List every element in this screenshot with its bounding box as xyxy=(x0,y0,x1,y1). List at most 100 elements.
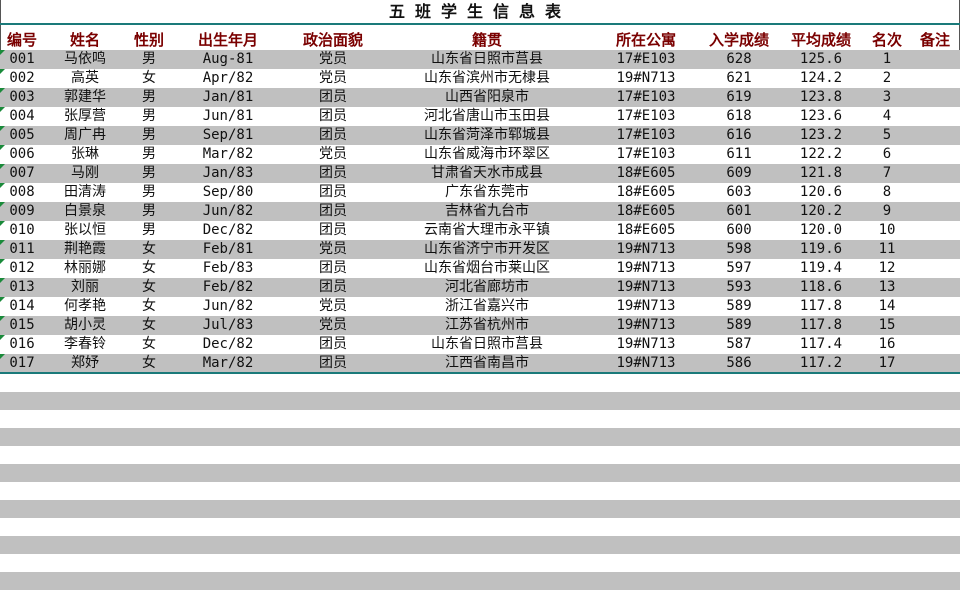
cell-dorm[interactable]: 19#N713 xyxy=(592,297,700,316)
cell-gender[interactable]: 男 xyxy=(126,183,172,202)
cell-native[interactable]: 山东省菏泽市郓城县 xyxy=(382,126,592,145)
cell-note[interactable] xyxy=(910,316,960,335)
cell-name[interactable]: 白景泉 xyxy=(44,202,126,221)
cell-birth[interactable]: Jan/83 xyxy=(172,164,284,183)
cell-name[interactable]: 张琳 xyxy=(44,145,126,164)
cell-birth[interactable]: Aug-81 xyxy=(172,50,284,69)
header-cell-name[interactable]: 姓名 xyxy=(44,30,126,50)
header-cell-note[interactable]: 备注 xyxy=(910,30,960,50)
cell-entry-score[interactable]: 600 xyxy=(700,221,778,240)
cell-id[interactable]: 003 xyxy=(0,88,44,107)
cell-entry-score[interactable]: 593 xyxy=(700,278,778,297)
cell-entry-score[interactable]: 589 xyxy=(700,316,778,335)
cell-birth[interactable]: Jun/82 xyxy=(172,202,284,221)
cell-native[interactable]: 山东省烟台市莱山区 xyxy=(382,259,592,278)
cell-note[interactable] xyxy=(910,240,960,259)
cell-avg-score[interactable]: 123.6 xyxy=(778,107,864,126)
cell-birth[interactable]: Dec/82 xyxy=(172,221,284,240)
cell-id[interactable]: 012 xyxy=(0,259,44,278)
cell-id[interactable]: 014 xyxy=(0,297,44,316)
cell-birth[interactable]: Dec/82 xyxy=(172,335,284,354)
cell-birth[interactable]: Jul/83 xyxy=(172,316,284,335)
cell-dorm[interactable]: 19#N713 xyxy=(592,316,700,335)
cell-rank[interactable]: 2 xyxy=(864,69,910,88)
cell-political[interactable]: 团员 xyxy=(284,107,382,126)
cell-rank[interactable]: 16 xyxy=(864,335,910,354)
cell-id[interactable]: 006 xyxy=(0,145,44,164)
cell-id[interactable]: 002 xyxy=(0,69,44,88)
cell-avg-score[interactable]: 117.8 xyxy=(778,297,864,316)
cell-note[interactable] xyxy=(910,107,960,126)
cell-name[interactable]: 郑妤 xyxy=(44,354,126,373)
cell-political[interactable]: 党员 xyxy=(284,50,382,69)
cell-political[interactable]: 党员 xyxy=(284,240,382,259)
cell-native[interactable]: 江西省南昌市 xyxy=(382,354,592,373)
cell-birth[interactable]: Sep/81 xyxy=(172,126,284,145)
cell-avg-score[interactable]: 119.6 xyxy=(778,240,864,259)
cell-id[interactable]: 016 xyxy=(0,335,44,354)
cell-birth[interactable]: Jan/81 xyxy=(172,88,284,107)
cell-political[interactable]: 团员 xyxy=(284,259,382,278)
cell-political[interactable]: 团员 xyxy=(284,202,382,221)
cell-dorm[interactable]: 19#N713 xyxy=(592,335,700,354)
cell-name[interactable]: 田清涛 xyxy=(44,183,126,202)
cell-political[interactable]: 团员 xyxy=(284,278,382,297)
cell-avg-score[interactable]: 118.6 xyxy=(778,278,864,297)
cell-birth[interactable]: Feb/81 xyxy=(172,240,284,259)
cell-rank[interactable]: 8 xyxy=(864,183,910,202)
cell-native[interactable]: 河北省廊坊市 xyxy=(382,278,592,297)
cell-entry-score[interactable]: 618 xyxy=(700,107,778,126)
cell-dorm[interactable]: 19#N713 xyxy=(592,69,700,88)
cell-gender[interactable]: 女 xyxy=(126,297,172,316)
cell-note[interactable] xyxy=(910,297,960,316)
cell-gender[interactable]: 男 xyxy=(126,164,172,183)
cell-dorm[interactable]: 18#E605 xyxy=(592,202,700,221)
cell-birth[interactable]: Apr/82 xyxy=(172,69,284,88)
cell-gender[interactable]: 女 xyxy=(126,354,172,373)
cell-entry-score[interactable]: 601 xyxy=(700,202,778,221)
cell-avg-score[interactable]: 117.8 xyxy=(778,316,864,335)
cell-id[interactable]: 010 xyxy=(0,221,44,240)
cell-gender[interactable]: 男 xyxy=(126,202,172,221)
cell-avg-score[interactable]: 119.4 xyxy=(778,259,864,278)
cell-name[interactable]: 张以恒 xyxy=(44,221,126,240)
cell-political[interactable]: 团员 xyxy=(284,164,382,183)
cell-birth[interactable]: Jun/82 xyxy=(172,297,284,316)
cell-political[interactable]: 党员 xyxy=(284,69,382,88)
cell-rank[interactable]: 6 xyxy=(864,145,910,164)
header-cell-id[interactable]: 编号 xyxy=(0,30,44,50)
header-cell-entry-score[interactable]: 入学成绩 xyxy=(700,30,778,50)
cell-entry-score[interactable]: 616 xyxy=(700,126,778,145)
cell-dorm[interactable]: 18#E605 xyxy=(592,183,700,202)
cell-avg-score[interactable]: 120.0 xyxy=(778,221,864,240)
cell-rank[interactable]: 13 xyxy=(864,278,910,297)
cell-entry-score[interactable]: 603 xyxy=(700,183,778,202)
cell-name[interactable]: 胡小灵 xyxy=(44,316,126,335)
cell-political[interactable]: 团员 xyxy=(284,88,382,107)
cell-id[interactable]: 011 xyxy=(0,240,44,259)
cell-gender[interactable]: 男 xyxy=(126,221,172,240)
cell-political[interactable]: 团员 xyxy=(284,183,382,202)
cell-dorm[interactable]: 19#N713 xyxy=(592,259,700,278)
header-cell-native[interactable]: 籍贯 xyxy=(382,30,592,50)
cell-entry-score[interactable]: 621 xyxy=(700,69,778,88)
cell-note[interactable] xyxy=(910,183,960,202)
cell-birth[interactable]: Feb/82 xyxy=(172,278,284,297)
cell-rank[interactable]: 7 xyxy=(864,164,910,183)
cell-id[interactable]: 001 xyxy=(0,50,44,69)
cell-dorm[interactable]: 19#N713 xyxy=(592,354,700,373)
cell-native[interactable]: 山东省日照市莒县 xyxy=(382,335,592,354)
header-cell-avg-score[interactable]: 平均成绩 xyxy=(778,30,864,50)
cell-note[interactable] xyxy=(910,88,960,107)
cell-birth[interactable]: Mar/82 xyxy=(172,354,284,373)
cell-entry-score[interactable]: 586 xyxy=(700,354,778,373)
cell-dorm[interactable]: 19#N713 xyxy=(592,278,700,297)
cell-dorm[interactable]: 17#E103 xyxy=(592,145,700,164)
cell-name[interactable]: 李春铃 xyxy=(44,335,126,354)
cell-name[interactable]: 高英 xyxy=(44,69,126,88)
cell-political[interactable]: 团员 xyxy=(284,354,382,373)
cell-name[interactable]: 何孝艳 xyxy=(44,297,126,316)
cell-avg-score[interactable]: 117.2 xyxy=(778,354,864,373)
cell-id[interactable]: 004 xyxy=(0,107,44,126)
cell-note[interactable] xyxy=(910,164,960,183)
